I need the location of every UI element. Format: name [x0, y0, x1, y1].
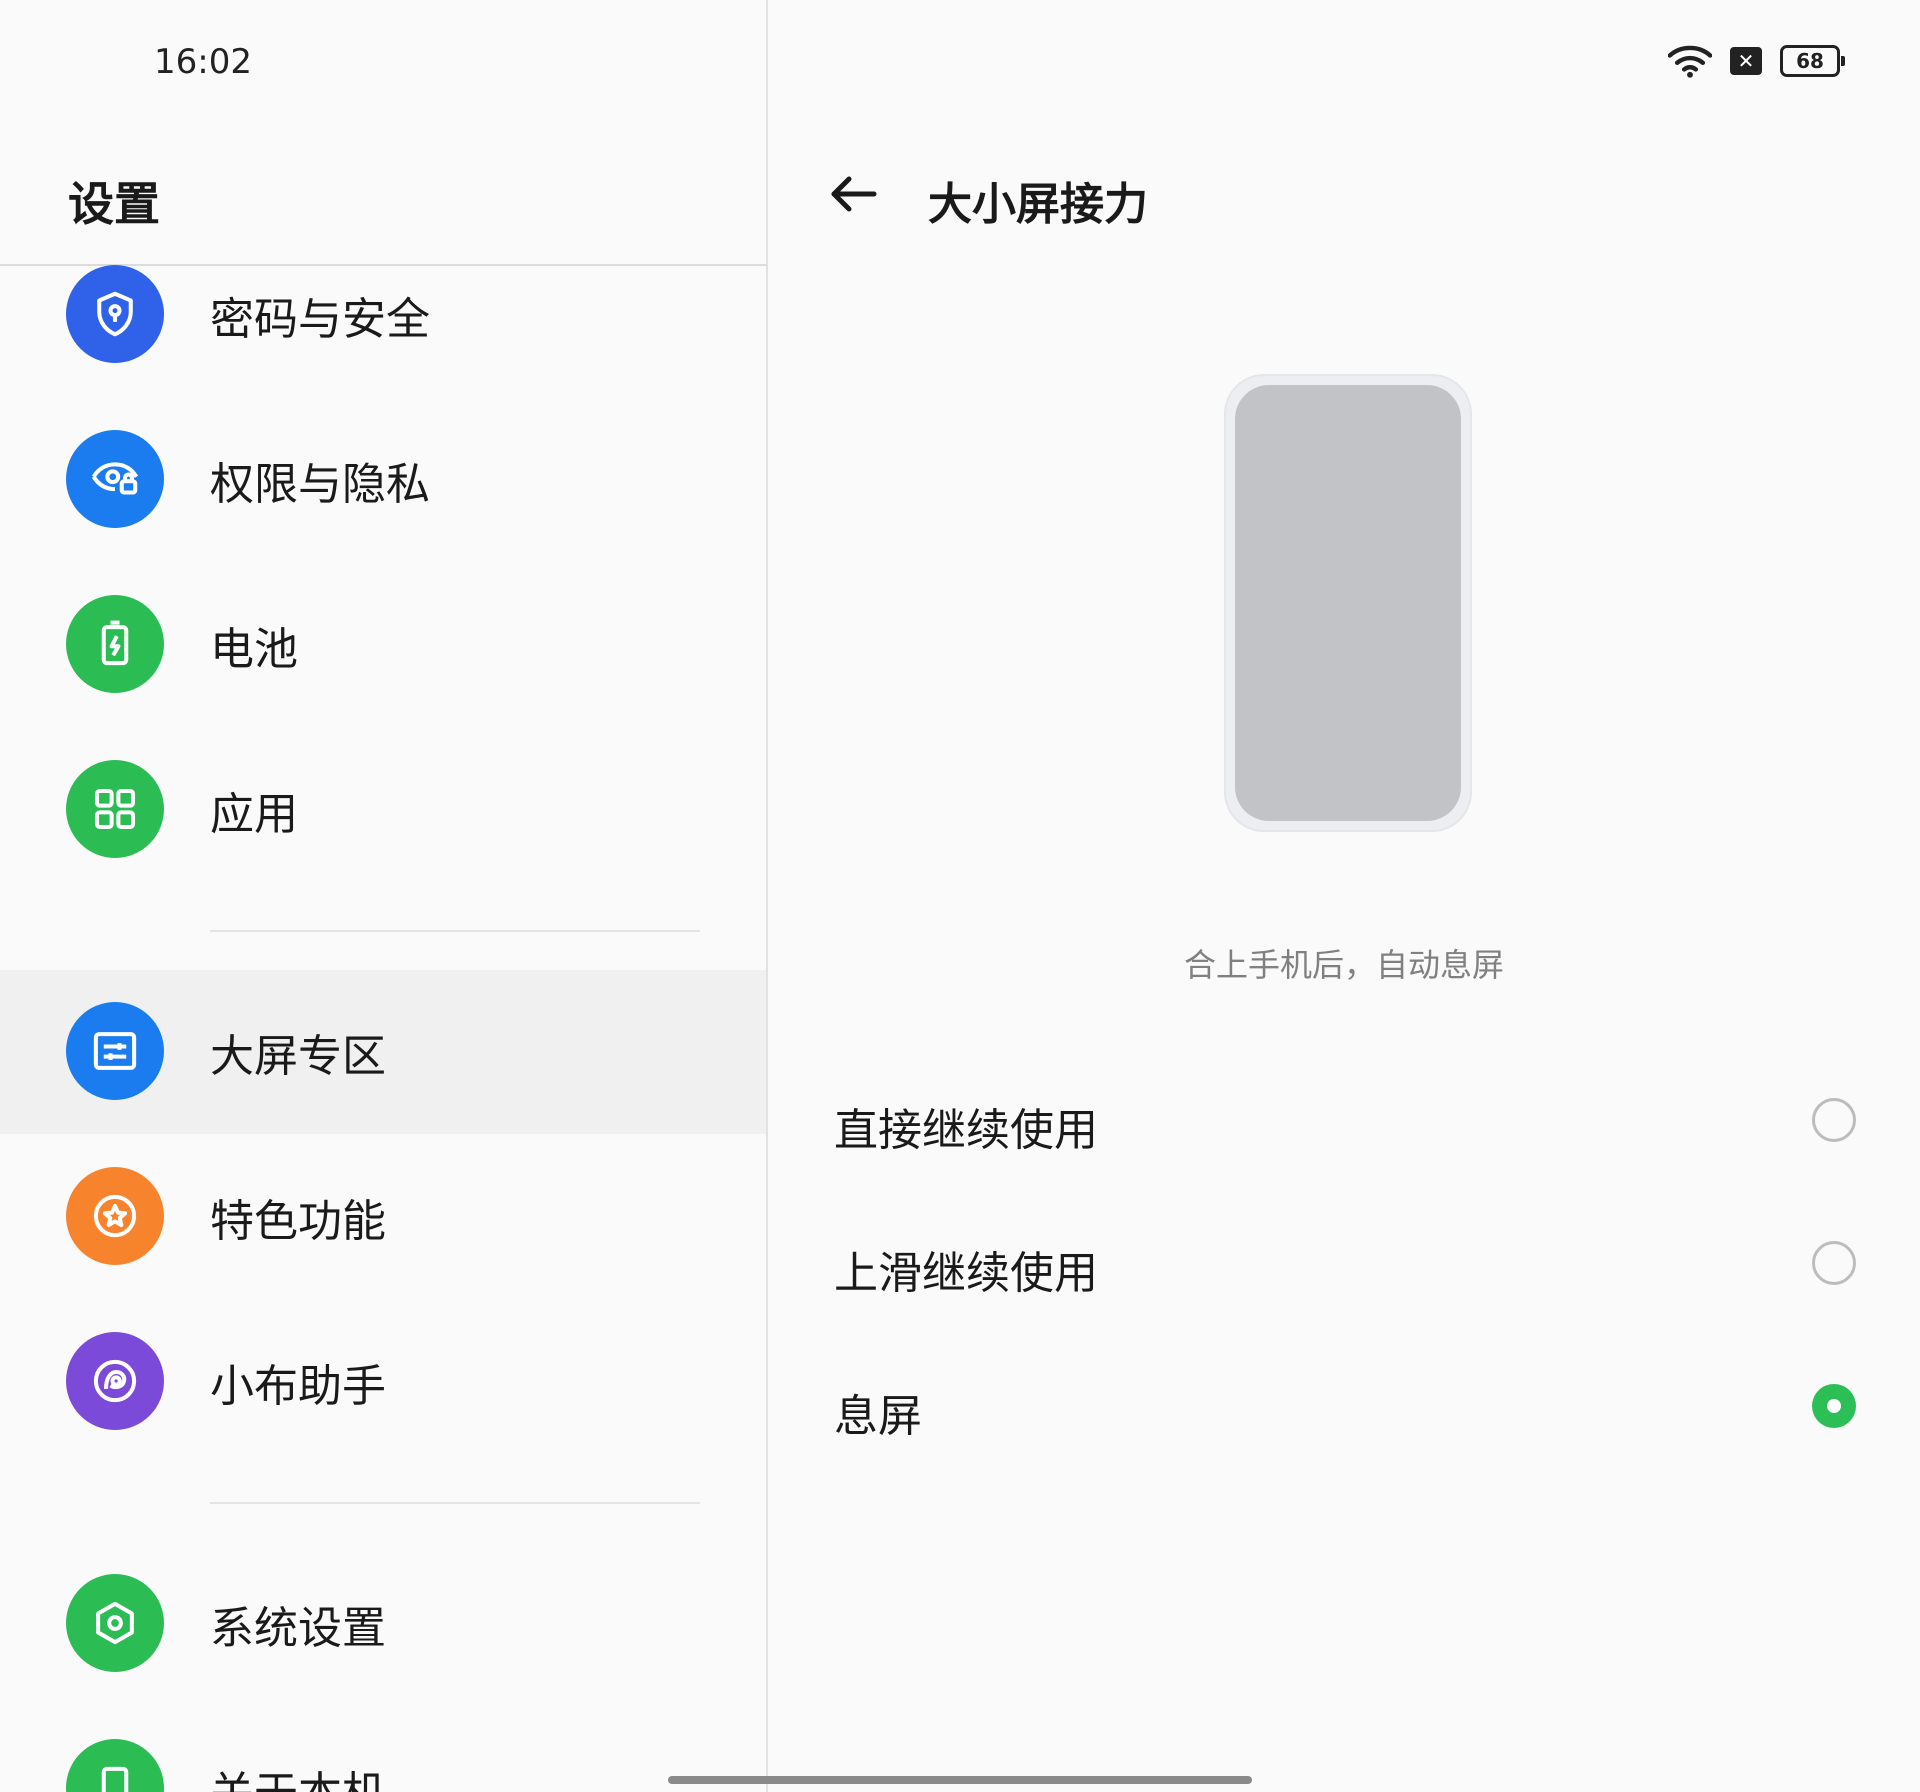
- option-continue-directly[interactable]: 直接继续使用: [768, 1050, 1920, 1190]
- sliders-icon: [66, 1002, 164, 1100]
- sidebar-item-label: 大屏专区: [210, 1031, 386, 1082]
- option-screen-off[interactable]: 息屏: [768, 1336, 1920, 1476]
- sidebar-item-label: 权限与隐私: [210, 459, 430, 510]
- assistant-icon: [66, 1332, 164, 1430]
- sidebar-item-label: 特色功能: [210, 1196, 386, 1247]
- option-label: 上滑继续使用: [834, 1248, 1098, 1299]
- no-sim-icon: ✕: [1730, 47, 1762, 75]
- sidebar-item-label: 小布助手: [210, 1361, 386, 1412]
- option-swipe-up-continue[interactable]: 上滑继续使用: [768, 1193, 1920, 1333]
- option-label: 直接继续使用: [834, 1105, 1098, 1156]
- sidebar-title: 设置: [68, 177, 160, 231]
- page-title: 大小屏接力: [928, 179, 1148, 230]
- sidebar-item-apps[interactable]: 应用: [0, 728, 766, 892]
- phone-icon: [66, 1739, 164, 1792]
- shield-icon: [66, 265, 164, 363]
- radio-button[interactable]: [1812, 1241, 1856, 1285]
- battery-indicator: 68: [1780, 45, 1845, 77]
- sidebar-item-label: 应用: [210, 789, 298, 840]
- illustration-caption: 合上手机后，自动息屏: [1183, 946, 1504, 984]
- settings-sidebar: 16:02 设置 密码与安全 权限与隐私 电池 应用 大屏专区 特色功能 小布助…: [0, 0, 766, 1792]
- sidebar-item-battery[interactable]: 电池: [0, 563, 766, 727]
- sidebar-item-password-security[interactable]: 密码与安全: [0, 233, 766, 397]
- group-divider: [210, 1502, 700, 1504]
- status-icons: ✕ 68: [1668, 44, 1845, 78]
- option-label: 息屏: [834, 1391, 922, 1442]
- detail-pane: ✕ 68 大小屏接力 合上手机后，自动息屏 直接继续使用 上滑继续使用 息屏: [768, 0, 1920, 1792]
- phone-screen: [1235, 385, 1461, 821]
- sidebar-item-label: 电池: [210, 624, 298, 675]
- sidebar-item-label: 关于本机: [210, 1757, 386, 1792]
- back-arrow-icon[interactable]: [824, 164, 884, 224]
- sidebar-item-label: 系统设置: [210, 1603, 386, 1654]
- group-divider: [210, 930, 700, 932]
- wifi-icon: [1668, 45, 1712, 78]
- eye-lock-icon: [66, 430, 164, 528]
- sidebar-item-large-screen[interactable]: 大屏专区: [0, 970, 766, 1134]
- sidebar-item-label: 密码与安全: [210, 294, 430, 345]
- sidebar-item-features[interactable]: 特色功能: [0, 1135, 766, 1299]
- sidebar-item-about-phone[interactable]: 关于本机: [0, 1707, 766, 1792]
- status-time: 16:02: [154, 42, 252, 82]
- home-indicator[interactable]: [668, 1776, 1252, 1784]
- sidebar-item-permission-privacy[interactable]: 权限与隐私: [0, 398, 766, 562]
- apps-grid-icon: [66, 760, 164, 858]
- battery-icon: [66, 595, 164, 693]
- phone-illustration: [1224, 374, 1472, 832]
- hexagon-gear-icon: [66, 1574, 164, 1672]
- sidebar-item-assistant[interactable]: 小布助手: [0, 1300, 766, 1464]
- sidebar-item-system-settings[interactable]: 系统设置: [0, 1542, 766, 1706]
- radio-button[interactable]: [1812, 1098, 1856, 1142]
- radio-button-selected[interactable]: [1812, 1384, 1856, 1428]
- star-icon: [66, 1167, 164, 1265]
